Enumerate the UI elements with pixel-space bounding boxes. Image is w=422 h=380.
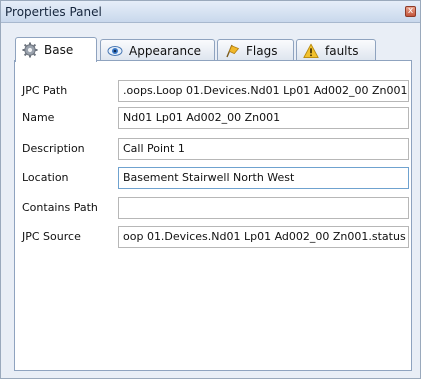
jpc-source-label: JPC Source [22,230,81,243]
tab-label: faults [325,43,359,58]
properties-panel: Properties Panel x Base Appearance Flags… [0,0,421,379]
tab-base[interactable]: Base [15,37,97,62]
close-icon: x [407,6,414,16]
jpc-path-field[interactable]: .oops.Loop 01.Devices.Nd01 Lp01 Ad002_00… [118,80,409,102]
property-row-contains-path: Contains Path [15,197,411,219]
contains-path-label: Contains Path [22,201,98,214]
panel-title: Properties Panel [5,5,102,19]
property-row-jpc-path: JPC Path .oops.Loop 01.Devices.Nd01 Lp01… [15,80,411,102]
tab-appearance[interactable]: Appearance [100,39,215,61]
name-field[interactable]: Nd01 Lp01 Ad002_00 Zn001 [118,107,409,129]
description-label: Description [22,142,85,155]
close-button[interactable]: x [405,6,416,17]
location-field[interactable]: Basement Stairwell North West [118,167,409,189]
property-row-description: Description Call Point 1 [15,138,411,160]
eye-icon [107,45,123,56]
tab-label: Flags [246,43,278,58]
property-row-jpc-source: JPC Source oop 01.Devices.Nd01 Lp01 Ad00… [15,226,411,248]
description-field[interactable]: Call Point 1 [118,138,409,160]
property-row-location: Location Basement Stairwell North West [15,167,411,189]
tab-flags[interactable]: Flags [217,39,294,61]
flag-icon [226,44,240,57]
tab-bar: Base Appearance Flags faults [1,23,420,62]
jpc-source-field[interactable]: oop 01.Devices.Nd01 Lp01 Ad002_00 Zn001.… [118,226,409,248]
location-label: Location [22,171,69,184]
tab-faults[interactable]: faults [296,39,376,61]
contains-path-field[interactable] [118,197,409,219]
name-label: Name [22,111,55,124]
property-row-name: Name Nd01 Lp01 Ad002_00 Zn001 [15,107,411,129]
tab-label: Base [44,43,74,57]
tab-label: Appearance [129,43,202,58]
title-bar: Properties Panel x [1,1,420,23]
base-tab-content: JPC Path .oops.Loop 01.Devices.Nd01 Lp01… [14,60,412,371]
jpc-path-label: JPC Path [22,84,68,97]
gear-icon [22,42,38,58]
warning-icon [303,43,319,58]
